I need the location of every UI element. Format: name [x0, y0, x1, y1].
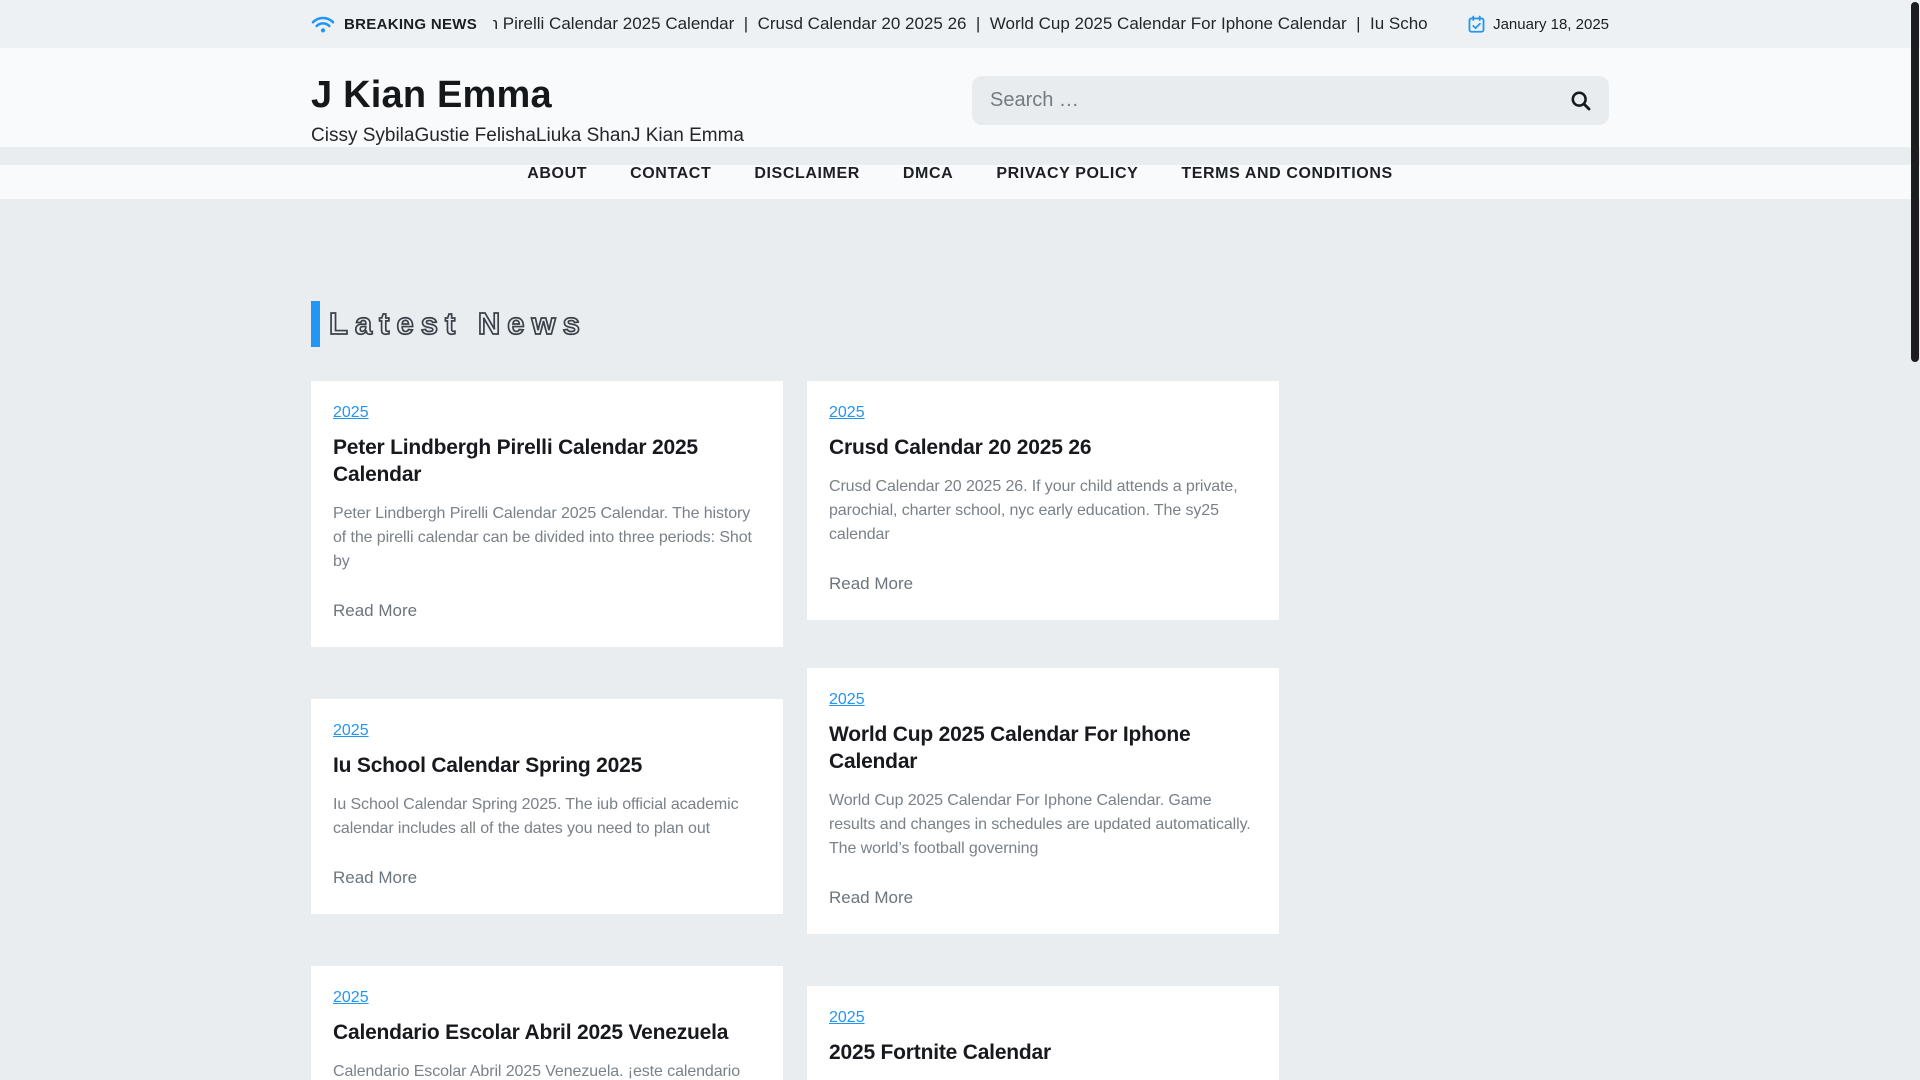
- breaking-news-label: BREAKING NEWS: [344, 15, 478, 33]
- post-card: 2025 World Cup 2025 Calendar For Iphone …: [807, 667, 1279, 934]
- post-excerpt: Calendario Escolar Abril 2025 Venezuela.…: [333, 1062, 741, 1080]
- post-card: 2025 Crusd Calendar 20 2025 26 Crusd Cal…: [807, 381, 1279, 620]
- post-title-link[interactable]: Calendario Escolar Abril 2025 Venezuela: [333, 1020, 761, 1047]
- section-title: Latest News: [328, 305, 587, 342]
- site-title[interactable]: J Kian Emma: [311, 74, 744, 117]
- nav-item-terms-and-conditions[interactable]: TERMS AND CONDITIONS: [1181, 165, 1392, 183]
- nav-item-dmca[interactable]: DMCA: [903, 165, 953, 183]
- search-form: [972, 76, 1609, 125]
- search-button[interactable]: [1561, 76, 1601, 125]
- search-icon: [1570, 90, 1592, 112]
- nav-item-disclaimer[interactable]: DISCLAIMER: [754, 165, 860, 183]
- scrollbar[interactable]: [1911, 2, 1919, 362]
- post-card: 2025 Peter Lindbergh Pirelli Calendar 20…: [311, 381, 783, 647]
- post-column-left: 2025 Peter Lindbergh Pirelli Calendar 20…: [311, 381, 783, 1080]
- wifi-icon: [311, 15, 335, 34]
- post-excerpt: Iu School Calendar Spring 2025. The iub …: [333, 795, 739, 837]
- post-category-link[interactable]: 2025: [829, 691, 865, 708]
- site-header: J Kian Emma Cissy SybilaGustie FelishaLi…: [0, 48, 1920, 147]
- post-excerpt: Peter Lindbergh Pirelli Calendar 2025 Ca…: [333, 504, 752, 570]
- post-title-link[interactable]: Crusd Calendar 20 2025 26: [829, 435, 1257, 462]
- post-card: 2025 2025 Fortnite Calendar 2025 Fortnit…: [807, 985, 1279, 1080]
- post-category-link[interactable]: 2025: [829, 1009, 865, 1026]
- site-tagline: Cissy SybilaGustie FelishaLiuka ShanJ Ki…: [311, 125, 744, 146]
- accent-bar: [311, 301, 320, 347]
- post-column-right: 2025 Crusd Calendar 20 2025 26 Crusd Cal…: [807, 381, 1279, 1080]
- nav-item-about[interactable]: ABOUT: [527, 165, 587, 183]
- post-category-link[interactable]: 2025: [333, 989, 369, 1006]
- nav-item-privacy-policy[interactable]: PRIVACY POLICY: [996, 165, 1138, 183]
- post-title-link[interactable]: World Cup 2025 Calendar For Iphone Calen…: [829, 722, 1257, 776]
- read-more-link[interactable]: Read More: [333, 868, 417, 888]
- breaking-news-bar: BREAKING NEWS Peter Lindbergh Pirelli Ca…: [0, 0, 1920, 48]
- site-branding: J Kian Emma Cissy SybilaGustie FelishaLi…: [311, 74, 744, 147]
- search-input[interactable]: [972, 76, 1609, 125]
- post-category-link[interactable]: 2025: [333, 404, 369, 421]
- post-category-link[interactable]: 2025: [829, 404, 865, 421]
- post-category-link[interactable]: 2025: [333, 722, 369, 739]
- date-display: January 18, 2025: [1467, 15, 1609, 34]
- calendar-check-icon: [1467, 15, 1486, 34]
- read-more-link[interactable]: Read More: [829, 574, 913, 594]
- post-card: 2025 Calendario Escolar Abril 2025 Venez…: [311, 965, 783, 1080]
- current-date: January 18, 2025: [1493, 15, 1609, 33]
- nav-item-contact[interactable]: CONTACT: [630, 165, 711, 183]
- post-title-link[interactable]: Iu School Calendar Spring 2025: [333, 753, 761, 780]
- read-more-link[interactable]: Read More: [829, 888, 913, 908]
- latest-news-heading: Latest News: [311, 301, 1609, 347]
- post-grid: 2025 Peter Lindbergh Pirelli Calendar 20…: [311, 381, 1609, 1080]
- read-more-link[interactable]: Read More: [333, 601, 417, 621]
- post-card: 2025 Iu School Calendar Spring 2025 Iu S…: [311, 698, 783, 914]
- main-nav: ABOUT CONTACT DISCLAIMER DMCA PRIVACY PO…: [0, 165, 1920, 199]
- post-title-link[interactable]: 2025 Fortnite Calendar: [829, 1040, 1257, 1067]
- post-excerpt: Crusd Calendar 20 2025 26. If your child…: [829, 477, 1238, 543]
- post-excerpt: World Cup 2025 Calendar For Iphone Calen…: [829, 791, 1251, 857]
- ticker-text: Peter Lindbergh Pirelli Calendar 2025 Ca…: [493, 14, 1428, 33]
- post-title-link[interactable]: Peter Lindbergh Pirelli Calendar 2025 Ca…: [333, 435, 761, 489]
- news-ticker[interactable]: Peter Lindbergh Pirelli Calendar 2025 Ca…: [493, 14, 1427, 34]
- main-content: Latest News 2025 Peter Lindbergh Pirelli…: [0, 199, 1920, 1080]
